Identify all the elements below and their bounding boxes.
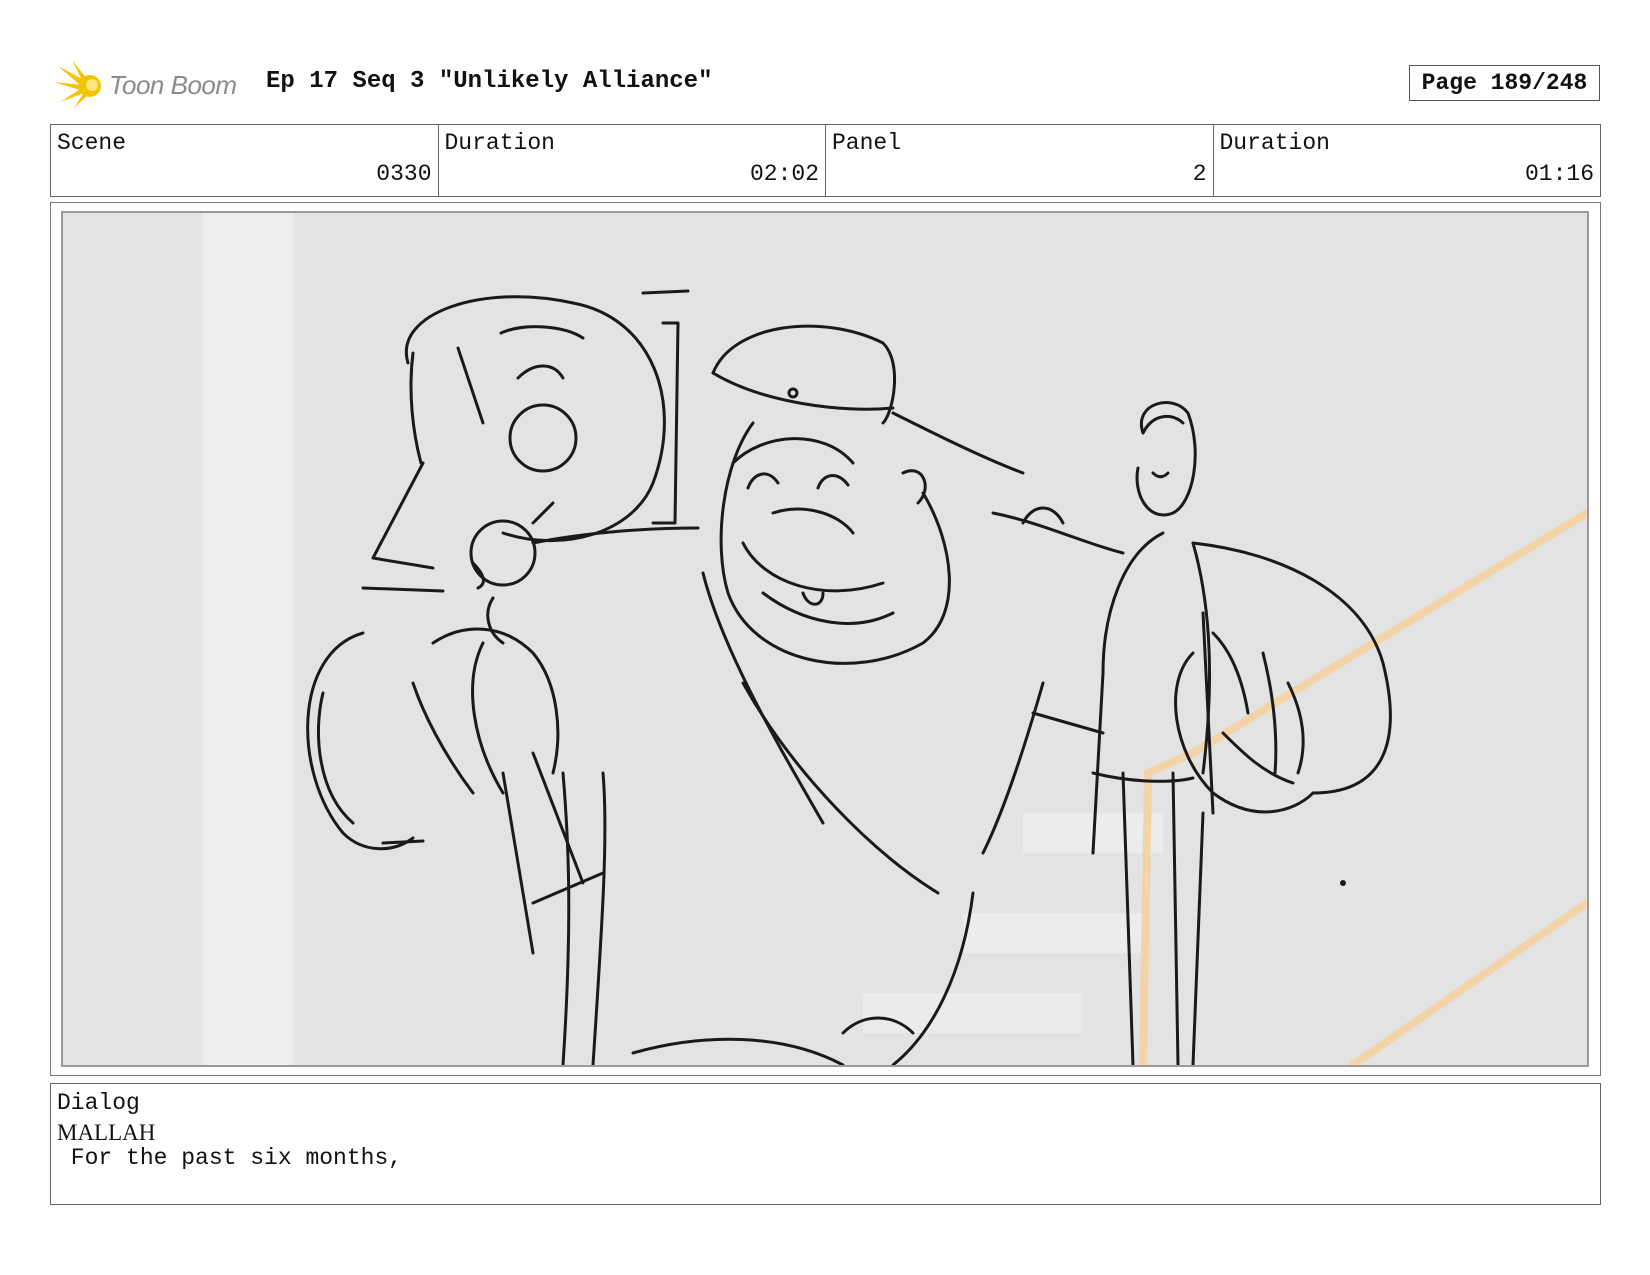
- panel-value: 2: [1192, 161, 1207, 187]
- storyboard-title: Ep 17 Seq 3 "Unlikely Alliance": [266, 68, 713, 95]
- sketch-drawing: [203, 213, 1587, 1065]
- panel-label: Panel: [832, 130, 902, 156]
- scene-duration-label: Duration: [444, 130, 555, 156]
- scene-label: Scene: [57, 130, 127, 156]
- panel-duration-label: Duration: [1219, 130, 1330, 156]
- page-indicator: Page 189/248: [1409, 65, 1600, 101]
- panel-cell: Panel 2: [826, 125, 1214, 196]
- dialog-box: Dialog MALLAH For the past six months,: [50, 1083, 1601, 1205]
- panel-duration-cell: Duration 01:16: [1214, 125, 1601, 196]
- scene-value: 0330: [376, 161, 432, 187]
- toon-boom-logo: Toon Boom: [54, 58, 254, 112]
- dialog-line: For the past six months,: [57, 1145, 403, 1171]
- panel-duration-value: 01:16: [1524, 161, 1594, 187]
- scene-duration-cell: Duration 02:02: [439, 125, 826, 196]
- scene-cell: Scene 0330: [51, 125, 439, 196]
- starburst-icon: [54, 60, 101, 108]
- logo-text: Toon Boom: [109, 70, 237, 100]
- storyboard-sketch: [61, 211, 1589, 1067]
- dialog-label: Dialog: [57, 1090, 140, 1116]
- scene-duration-value: 02:02: [749, 161, 819, 187]
- panel-frame: [50, 202, 1601, 1076]
- dialog-speaker: MALLAH: [57, 1120, 156, 1145]
- panel-info-table: Scene 0330 Duration 02:02 Panel 2 Durati…: [50, 124, 1601, 197]
